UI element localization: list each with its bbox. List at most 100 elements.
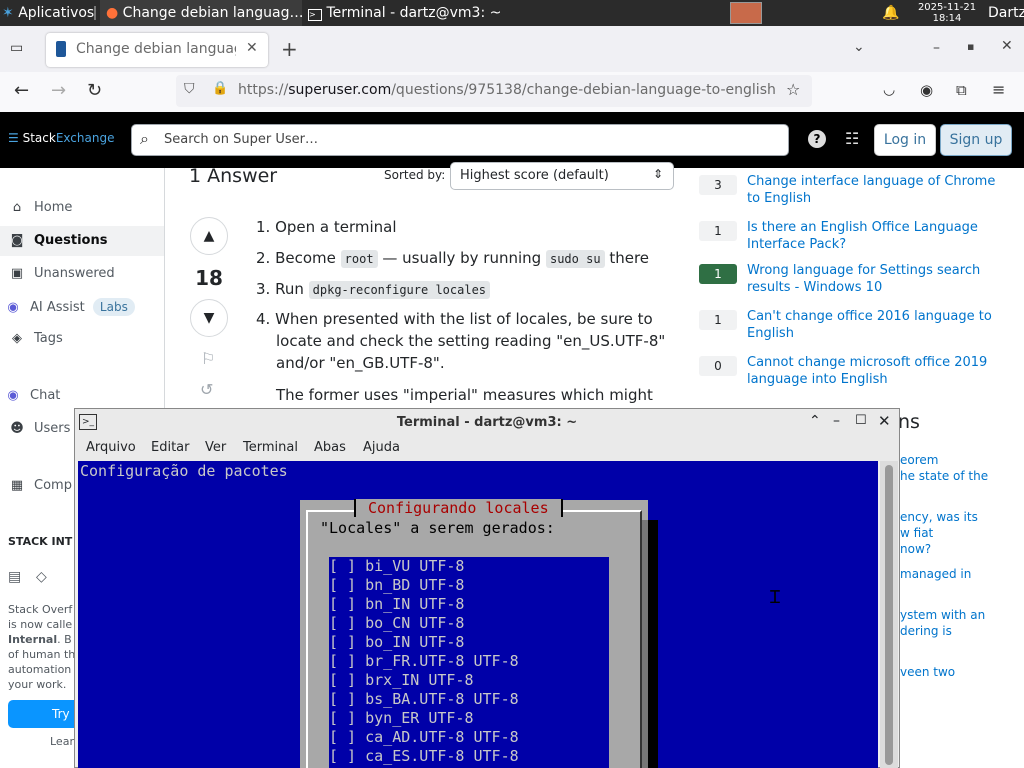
sidebar-item-chat[interactable]: ◉ Chat xyxy=(4,381,60,411)
tab-list-icon[interactable]: ▭ xyxy=(10,40,23,56)
document-icon: ▤ xyxy=(8,569,22,585)
locale-option[interactable]: [ ] ca_AD.UTF-8 UTF-8 xyxy=(329,728,519,747)
locale-option[interactable]: [ ] brx_IN UTF-8 xyxy=(329,671,474,690)
answer-step-1: 1. Open a terminal xyxy=(256,218,397,236)
lock-icon[interactable]: 🔒 xyxy=(212,81,228,96)
site-switcher-icon[interactable]: ☷ xyxy=(845,129,859,148)
locale-option[interactable]: [ ] ca_ES.UTF-8 UTF-8 xyxy=(329,747,519,766)
site-search-input[interactable]: ⌕ Search on Super User… xyxy=(131,124,789,156)
related-question-link[interactable]: Is there an English Office Language Inte… xyxy=(747,219,1002,253)
sidebar-item-home[interactable]: ⌂ Home xyxy=(8,193,73,223)
locale-option[interactable]: [ ] bo_IN UTF-8 xyxy=(329,633,464,652)
workspace-thumbnail[interactable] xyxy=(730,2,762,24)
sidebar-item-users[interactable]: ☻ Users xyxy=(8,414,70,444)
terminal-menu-editar[interactable]: Editar xyxy=(151,440,190,455)
learn-more-link[interactable]: Lear xyxy=(50,735,74,748)
terminal-menu-ver[interactable]: Ver xyxy=(205,440,226,455)
bell-icon[interactable]: 🔔 xyxy=(882,0,899,26)
taskbar-task-firefox[interactable]: ● Change debian languag… xyxy=(100,0,302,26)
upvote-triangle-icon: ▲ xyxy=(203,228,215,244)
taskbar-task-terminal[interactable]: > Terminal - dartz@vm3: ~ xyxy=(304,0,500,26)
locale-option[interactable]: [ ] byn_ER UTF-8 xyxy=(329,709,474,728)
answers-count-heading: 1 Answer xyxy=(189,165,278,187)
related-question-link[interactable]: Change interface language of Chrome to E… xyxy=(747,173,1002,207)
try-button[interactable]: Try xyxy=(8,700,74,728)
hot-question-4[interactable]: ystem with an dering is xyxy=(900,607,985,639)
pocket-icon[interactable]: ◡ xyxy=(883,82,895,98)
downvote-button[interactable]: ▼ xyxy=(190,299,228,337)
related-question-link[interactable]: Wrong language for Settings search resul… xyxy=(747,262,1002,296)
history-icon[interactable]: ↺ xyxy=(200,380,213,399)
terminal-minimize-icon[interactable]: – xyxy=(833,413,840,429)
terminal-scroll-thumb[interactable] xyxy=(885,465,893,765)
new-tab-icon[interactable]: + xyxy=(281,37,298,61)
hamburger-menu-icon[interactable]: ≡ xyxy=(992,80,1005,99)
stack-internal-heading: STACK INT xyxy=(8,535,73,548)
terminal-maximize-icon[interactable]: ☐ xyxy=(855,413,867,428)
terminal-menu-ajuda[interactable]: Ajuda xyxy=(363,440,400,455)
code-dpkg-reconfigure: dpkg-reconfigure locales xyxy=(308,281,491,299)
url-bar[interactable]: ⛉ 🔒 https://superuser.com/questions/9751… xyxy=(176,75,812,107)
locale-option[interactable]: [ ] br_FR.UTF-8 UTF-8 xyxy=(329,652,519,671)
answer-step-4: 4. When presented with the list of local… xyxy=(256,310,666,372)
minimize-window-icon[interactable]: – xyxy=(933,40,940,56)
desktop-taskbar: ✶ Aplicativos ● Change debian languag… >… xyxy=(0,0,1024,26)
terminal-close-icon[interactable]: ✕ xyxy=(878,412,891,430)
upvote-button[interactable]: ▲ xyxy=(190,217,228,255)
promo-line: automation xyxy=(8,663,72,676)
sidebar-item-questions[interactable]: ◙ Questions xyxy=(8,226,108,256)
bookmark-star-icon[interactable]: ☆ xyxy=(786,80,800,99)
select-arrows-icon: ⇕ xyxy=(653,167,664,181)
terminal-titlebar[interactable]: >_ Terminal - dartz@vm3: ~ ⌃ – ☐ ✕ xyxy=(75,409,899,437)
browser-tab-active[interactable]: Change debian language ✕ xyxy=(46,33,268,67)
sidebar-item-tags[interactable]: ◈ Tags xyxy=(8,324,63,354)
signup-button[interactable]: Sign up xyxy=(940,124,1012,156)
locale-option[interactable]: [ ] bi_VU UTF-8 xyxy=(329,557,464,576)
user-menu[interactable]: Dartz xyxy=(988,0,1024,26)
hot-question-3[interactable]: managed in xyxy=(900,566,971,582)
url-path: /questions/975138/change-debian-language… xyxy=(391,82,776,98)
hot-question-5[interactable]: veen two xyxy=(900,664,955,680)
terminal-menu-arquivo[interactable]: Arquivo xyxy=(86,440,136,455)
sidebar-item-companies[interactable]: ▦ Comp xyxy=(8,471,72,501)
terminal-menu-abas[interactable]: Abas xyxy=(314,440,346,455)
promo-line: . B xyxy=(57,633,72,646)
shield-icon[interactable]: ⛉ xyxy=(184,81,195,97)
url-text[interactable]: https://superuser.com/questions/975138/c… xyxy=(238,82,776,98)
tab-title: Change debian language xyxy=(76,41,236,57)
sidebar-item-ai-assist[interactable]: ◉ AI Assist Labs xyxy=(4,292,135,322)
step1-text: Open a terminal xyxy=(275,218,397,236)
close-window-icon[interactable]: ✕ xyxy=(1001,38,1013,54)
terminal-roll-up-icon[interactable]: ⌃ xyxy=(809,413,821,429)
apps-menu-button[interactable]: ✶ Aplicativos xyxy=(2,0,94,26)
bookmark-icon[interactable]: ⚐ xyxy=(201,349,215,368)
close-tab-icon[interactable]: ✕ xyxy=(246,40,258,56)
login-button[interactable]: Log in xyxy=(874,124,936,156)
ai-assist-icon: ◉ xyxy=(7,300,19,315)
sidebar-item-unanswered[interactable]: ▣ Unanswered xyxy=(8,259,115,289)
sort-select[interactable]: Highest score (default) ⇕ xyxy=(450,162,674,190)
reload-icon[interactable]: ↻ xyxy=(87,80,102,101)
clock[interactable]: 2025-11-21 18:14 xyxy=(912,2,982,28)
hot-line: dering is xyxy=(900,624,952,638)
related-question-link[interactable]: Cannot change microsoft office 2019 lang… xyxy=(747,354,1002,388)
locale-option[interactable]: [ ] bn_IN UTF-8 xyxy=(329,595,464,614)
stackexchange-logo[interactable]: ☰ StackExchange xyxy=(8,131,114,145)
sorted-by-label: Sorted by: xyxy=(384,168,446,182)
hot-question-1[interactable]: eorem he state of the xyxy=(900,452,988,484)
locale-option[interactable]: [ ] bn_BD UTF-8 xyxy=(329,576,464,595)
back-icon[interactable]: ← xyxy=(14,80,29,101)
related-question-link[interactable]: Can't change office 2016 language to Eng… xyxy=(747,308,1002,342)
account-icon[interactable]: ◉ xyxy=(920,81,933,99)
chevron-down-icon[interactable]: ⌄ xyxy=(853,39,865,55)
locale-option[interactable]: [ ] bo_CN UTF-8 xyxy=(329,614,464,633)
extensions-icon[interactable]: ⧉ xyxy=(956,81,967,99)
terminal-menu-terminal[interactable]: Terminal xyxy=(243,440,298,455)
locale-option[interactable]: [ ] bs_BA.UTF-8 UTF-8 xyxy=(329,690,519,709)
maximize-window-icon[interactable]: ▪ xyxy=(967,40,974,53)
home-icon: ⌂ xyxy=(12,200,22,215)
hot-question-2[interactable]: ency, was its w fiat now? xyxy=(900,509,978,557)
help-icon[interactable]: ? xyxy=(808,130,826,148)
terminal-scrollbar[interactable] xyxy=(880,461,898,768)
forward-icon[interactable]: → xyxy=(51,80,66,101)
